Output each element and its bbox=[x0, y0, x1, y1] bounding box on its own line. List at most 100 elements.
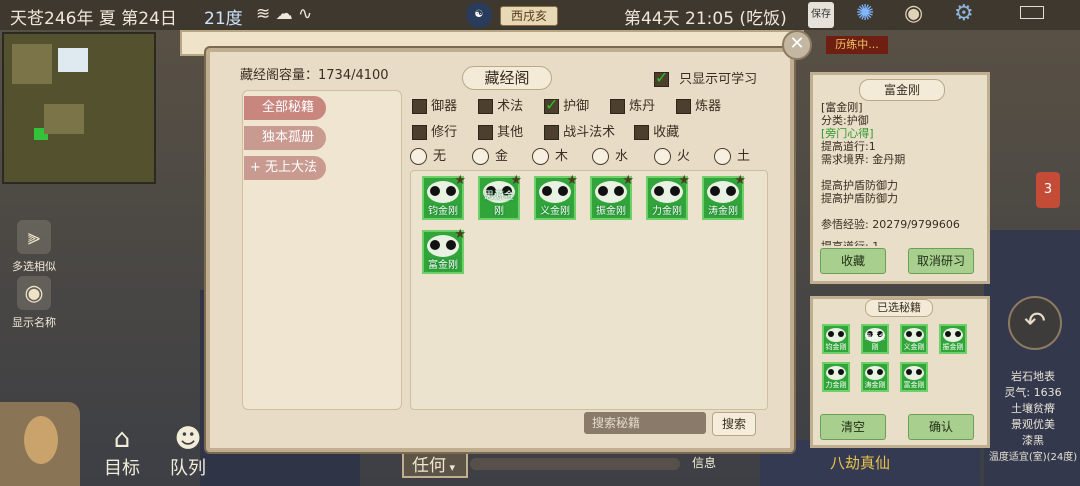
detail-line: 需求境界: 金丹期 bbox=[821, 153, 906, 166]
selected-manual[interactable]: 振金刚 bbox=[939, 324, 967, 354]
confirm-button[interactable]: 确认 bbox=[908, 414, 974, 440]
element-label: 土 bbox=[737, 149, 751, 164]
tab-label: 全部秘籍 bbox=[262, 100, 315, 115]
selected-manual[interactable]: 涛金刚 bbox=[861, 362, 889, 392]
radio-button[interactable] bbox=[654, 148, 671, 165]
selected-manual[interactable]: 钧金刚 bbox=[822, 324, 850, 354]
location-badge[interactable]: 西戌亥 bbox=[500, 6, 559, 26]
filter-shufa[interactable]: 术法 bbox=[478, 95, 523, 114]
detail-spacer bbox=[821, 166, 985, 179]
temperature: 21度 bbox=[204, 9, 243, 29]
multi-select-tool[interactable]: ⫸ 多选相似 bbox=[10, 220, 58, 274]
radio-button[interactable] bbox=[472, 148, 489, 165]
manual-card[interactable]: ★ 振金刚 bbox=[590, 173, 634, 220]
team-label: 队列 bbox=[170, 458, 206, 479]
filter-huyu[interactable]: 护御 bbox=[544, 95, 589, 114]
task-dropdown[interactable]: 任何 ▾ bbox=[402, 452, 468, 478]
radio-button[interactable] bbox=[410, 148, 427, 165]
tab-label: 独本孤册 bbox=[262, 130, 315, 145]
notification-badge[interactable]: 3 bbox=[1036, 172, 1060, 208]
manual-name: 涛金刚 bbox=[708, 206, 738, 217]
minimap[interactable] bbox=[2, 32, 156, 184]
selected-manual[interactable]: 义金刚 bbox=[900, 324, 928, 354]
tab-supreme-methods[interactable]: + 无上大法 bbox=[244, 156, 326, 180]
manual-name: 力金刚 bbox=[652, 206, 682, 217]
clear-button[interactable]: 清空 bbox=[820, 414, 886, 440]
save-button[interactable]: 保存 bbox=[808, 2, 834, 28]
manual-name: 富金刚 bbox=[428, 260, 458, 271]
radio-button[interactable] bbox=[592, 148, 609, 165]
manual-card[interactable]: ★ 力金刚 bbox=[646, 173, 690, 220]
filter-label: 御器 bbox=[431, 99, 458, 114]
filter-checkbox[interactable] bbox=[544, 95, 559, 114]
element-water[interactable]: 水 bbox=[592, 145, 628, 165]
yinyang-icon[interactable]: ☯ bbox=[466, 2, 492, 28]
only-learnable-label: 只显示可学习 bbox=[679, 72, 758, 87]
element-wood[interactable]: 木 bbox=[532, 145, 568, 165]
manual-card[interactable]: ★ 钧金刚 bbox=[422, 173, 466, 220]
selected-manual[interactable]: 思源金刚 bbox=[861, 324, 889, 354]
radio-button[interactable] bbox=[714, 148, 731, 165]
filter-checkbox[interactable] bbox=[544, 125, 559, 140]
filter-yuqi[interactable]: 御器 bbox=[412, 95, 457, 114]
filter-checkbox[interactable] bbox=[676, 99, 691, 114]
collect-button[interactable]: 收藏 bbox=[820, 248, 886, 274]
back-arrow-icon[interactable]: ↶ bbox=[1008, 296, 1062, 350]
filter-combat-spells[interactable]: 战斗法术 bbox=[544, 121, 615, 140]
manual-card[interactable]: ★ 思源金刚 bbox=[478, 173, 522, 220]
filter-checkbox[interactable] bbox=[412, 99, 427, 114]
tab-unique-manuals[interactable]: 独本孤册 bbox=[244, 126, 326, 150]
search-input[interactable]: 搜索秘籍 bbox=[584, 412, 706, 434]
settings-gear-icon[interactable]: ⚙ bbox=[954, 1, 974, 26]
filter-checkbox[interactable] bbox=[478, 99, 493, 114]
target-label: 目标 bbox=[104, 458, 140, 479]
selected-manual-name: 力金刚 bbox=[825, 381, 847, 389]
filter-checkbox[interactable] bbox=[610, 99, 625, 114]
manual-icon bbox=[826, 328, 846, 342]
manual-name: 义金刚 bbox=[540, 206, 570, 217]
only-learnable-checkbox[interactable] bbox=[654, 68, 669, 87]
info-button[interactable]: 信息 bbox=[692, 454, 716, 471]
radio-button[interactable] bbox=[532, 148, 549, 165]
filter-label: 战斗法术 bbox=[563, 125, 616, 140]
element-metal[interactable]: 金 bbox=[472, 145, 508, 165]
tile-info-line: 漆黑 bbox=[1022, 434, 1044, 447]
filter-collection[interactable]: 收藏 bbox=[634, 121, 679, 140]
search-button[interactable]: 搜索 bbox=[712, 412, 756, 436]
detail-line: 提高道行:1 bbox=[821, 140, 876, 153]
selected-manual[interactable]: 力金刚 bbox=[822, 362, 850, 392]
detail-line: 提高护盾防御力 bbox=[821, 179, 898, 192]
target-nav[interactable]: ⌂ 目标 bbox=[104, 424, 140, 480]
selected-manual[interactable]: 富金刚 bbox=[900, 362, 928, 392]
selected-manual-name: 富金刚 bbox=[903, 381, 925, 389]
filter-checkbox[interactable] bbox=[412, 125, 427, 140]
filter-qita[interactable]: 其他 bbox=[478, 121, 523, 140]
filter-checkbox[interactable] bbox=[634, 125, 649, 140]
filter-checkbox[interactable] bbox=[478, 125, 493, 140]
gourd-avatar[interactable] bbox=[0, 402, 80, 486]
filter-xiuxing[interactable]: 修行 bbox=[412, 121, 457, 140]
manual-card[interactable]: ★ 义金刚 bbox=[534, 173, 578, 220]
tab-all-manuals[interactable]: 全部秘籍 bbox=[244, 96, 326, 120]
filter-label: 炼丹 bbox=[629, 99, 656, 114]
gourd-icon bbox=[24, 416, 58, 464]
palette-icon[interactable]: ◉ bbox=[904, 1, 923, 26]
element-none[interactable]: 无 bbox=[410, 145, 446, 165]
star-icon: ★ bbox=[622, 173, 634, 188]
filter-lianqi[interactable]: 炼器 bbox=[676, 95, 721, 114]
tile-info-line: 土壤贫瘠 bbox=[1011, 402, 1055, 415]
manual-card[interactable]: ★ 涛金刚 bbox=[702, 173, 746, 220]
cancel-study-button[interactable]: 取消研习 bbox=[908, 248, 974, 274]
detail-line: [富金刚] bbox=[821, 101, 863, 114]
element-fire[interactable]: 火 bbox=[654, 145, 690, 165]
manual-card[interactable]: ★ 富金刚 bbox=[422, 227, 466, 274]
compass-icon[interactable]: ✺ bbox=[856, 1, 874, 26]
element-earth[interactable]: 土 bbox=[714, 145, 750, 165]
element-label: 火 bbox=[677, 149, 691, 164]
filter-liandan[interactable]: 炼丹 bbox=[610, 95, 655, 114]
only-learnable-toggle[interactable]: 只显示可学习 bbox=[654, 68, 757, 87]
team-nav[interactable]: ☻ 队列 bbox=[170, 424, 206, 480]
show-names-tool[interactable]: ◉ 显示名称 bbox=[10, 276, 58, 330]
realm-label: 八劫真仙 bbox=[830, 454, 891, 472]
close-icon[interactable]: ✕ bbox=[782, 30, 812, 60]
